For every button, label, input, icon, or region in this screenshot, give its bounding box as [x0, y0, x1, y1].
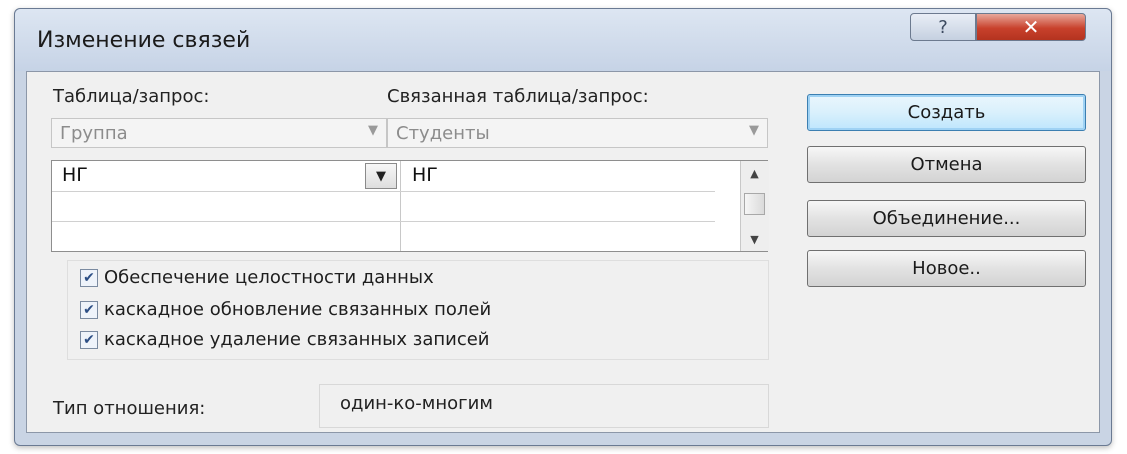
- help-icon: ?: [938, 16, 948, 38]
- fields-grid[interactable]: НГ ▼ НГ ▲ ▼: [51, 160, 769, 252]
- cancel-button[interactable]: Отмена: [807, 146, 1086, 183]
- close-icon: ✕: [1022, 15, 1040, 39]
- cascade-delete-option[interactable]: ✔ каскадное удаление связанных записей: [80, 329, 490, 350]
- cascade-delete-label[interactable]: каскадное удаление связанных записей: [104, 329, 490, 350]
- chevron-down-icon: ▼: [749, 123, 759, 138]
- dialog-body: Таблица/запрос: Связанная таблица/запрос…: [26, 71, 1100, 433]
- new-button[interactable]: Новое..: [807, 250, 1086, 287]
- edit-relationships-dialog: Изменение связей ? ✕ Таблица/запрос: Свя…: [14, 8, 1112, 446]
- related-table-label: Связанная таблица/запрос:: [387, 86, 649, 107]
- chevron-down-icon: ▼: [376, 168, 386, 184]
- grid-scrollbar[interactable]: ▲ ▼: [740, 161, 769, 251]
- related-table-combo[interactable]: Студенты ▼: [387, 118, 768, 148]
- related-table-value: Студенты: [396, 123, 490, 144]
- table-query-combo[interactable]: Группа ▼: [51, 118, 387, 148]
- cascade-update-label[interactable]: каскадное обновление связанных полей: [104, 299, 491, 320]
- left-field-cell[interactable]: НГ: [62, 164, 88, 186]
- triangle-down-icon[interactable]: ▼: [741, 227, 768, 251]
- scrollbar-thumb[interactable]: [744, 193, 765, 215]
- enforce-integrity-label[interactable]: Обеспечение целостности данных: [104, 267, 434, 288]
- row-divider: [52, 191, 715, 192]
- integrity-options-group: ✔ Обеспечение целостности данных ✔ каска…: [67, 260, 769, 360]
- cascade-update-option[interactable]: ✔ каскадное обновление связанных полей: [80, 299, 491, 320]
- triangle-up-icon[interactable]: ▲: [741, 161, 768, 185]
- relation-type-box: один-ко-многим: [319, 384, 769, 428]
- check-icon[interactable]: ✔: [80, 268, 98, 287]
- join-type-button[interactable]: Объединение...: [807, 200, 1086, 237]
- row-divider: [52, 221, 715, 222]
- right-field-cell[interactable]: НГ: [412, 164, 438, 186]
- table-query-value: Группа: [60, 123, 128, 144]
- dialog-title: Изменение связей: [37, 28, 251, 53]
- relation-type-value: один-ко-многим: [340, 393, 493, 414]
- check-icon[interactable]: ✔: [80, 330, 98, 349]
- column-divider: [400, 161, 401, 251]
- chevron-down-icon: ▼: [368, 123, 378, 138]
- field-dropdown-button[interactable]: ▼: [365, 163, 397, 189]
- enforce-integrity-option[interactable]: ✔ Обеспечение целостности данных: [80, 267, 434, 288]
- create-button[interactable]: Создать: [807, 94, 1086, 131]
- check-icon[interactable]: ✔: [80, 300, 98, 319]
- title-bar[interactable]: Изменение связей ? ✕: [15, 9, 1111, 71]
- close-button[interactable]: ✕: [976, 13, 1086, 41]
- help-button[interactable]: ?: [910, 13, 976, 41]
- relation-type-label: Тип отношения:: [53, 398, 206, 419]
- table-query-label: Таблица/запрос:: [53, 86, 210, 107]
